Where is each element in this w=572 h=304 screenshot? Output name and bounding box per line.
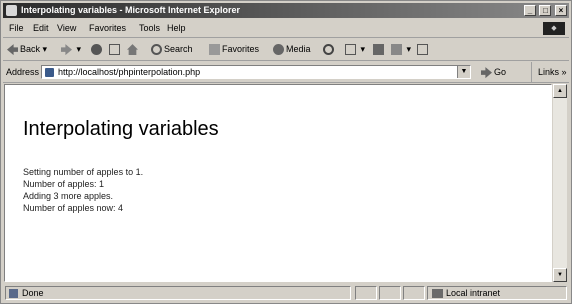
history-button[interactable] — [323, 39, 336, 60]
status-cell — [355, 286, 377, 300]
edit-button[interactable]: ▾ — [391, 39, 411, 60]
browser-window: Interpolating variables - Microsoft Inte… — [0, 0, 572, 304]
address-input[interactable]: http://localhost/phpinterpolation.php ▼ — [41, 65, 471, 79]
window-controls: _ □ × — [523, 5, 567, 16]
address-label: Address — [6, 67, 40, 77]
search-icon — [151, 44, 162, 56]
favorites-button[interactable]: Favorites — [209, 39, 259, 60]
go-arrow-icon — [481, 67, 492, 79]
media-button[interactable]: Media — [273, 39, 311, 60]
go-label: Go — [494, 67, 507, 77]
menu-file[interactable]: File — [9, 20, 24, 37]
links-button[interactable]: Links » — [531, 62, 567, 82]
scroll-up-icon[interactable]: ▲ — [553, 84, 567, 98]
media-label: Media — [286, 44, 311, 54]
ie-page-icon — [9, 289, 18, 298]
minimize-button[interactable]: _ — [523, 5, 536, 16]
window-title: Interpolating variables - Microsoft Inte… — [21, 5, 241, 15]
menu-help[interactable]: Help — [167, 20, 186, 37]
forward-arrow-icon — [61, 44, 72, 56]
status-cell — [379, 286, 401, 300]
print-button[interactable] — [373, 39, 386, 60]
output-line-3: Adding 3 more apples. — [23, 191, 114, 201]
page-content: Interpolating variables Setting number o… — [4, 84, 552, 282]
menu-tools[interactable]: Tools — [139, 20, 160, 37]
output-line-2: Number of apples: 1 — [23, 179, 105, 189]
menu-edit[interactable]: Edit — [33, 20, 49, 37]
title-bar: Interpolating variables - Microsoft Inte… — [3, 3, 569, 18]
go-button[interactable]: Go — [481, 62, 506, 82]
security-zone: Local intranet — [427, 286, 567, 300]
menu-view[interactable]: View — [57, 20, 76, 37]
status-text: Done — [22, 288, 44, 298]
favorites-icon — [209, 44, 220, 56]
maximize-button[interactable]: □ — [539, 5, 552, 16]
favorites-label: Favorites — [222, 44, 260, 54]
back-label: Back — [20, 44, 41, 54]
back-arrow-icon — [7, 44, 18, 56]
output-line-1: Setting number of apples to 1. — [23, 167, 144, 177]
zone-label: Local intranet — [446, 288, 501, 298]
standard-toolbar: Back ▾ ▾ Search Favorites Media ▾ ▾ — [3, 39, 569, 61]
mail-icon — [345, 44, 356, 56]
history-icon — [323, 44, 334, 56]
discuss-icon — [417, 44, 428, 56]
status-cell — [403, 286, 425, 300]
search-label: Search — [164, 44, 193, 54]
intranet-icon — [432, 289, 443, 298]
forward-button[interactable]: ▾ — [61, 39, 81, 60]
ie-icon — [6, 5, 17, 16]
edit-icon — [391, 44, 402, 56]
home-icon — [127, 44, 138, 56]
scroll-down-icon[interactable]: ▼ — [553, 268, 567, 282]
print-icon — [373, 44, 384, 56]
search-button[interactable]: Search — [151, 39, 193, 60]
status-text-panel: Done — [5, 286, 351, 300]
page-heading: Interpolating variables — [23, 118, 219, 140]
refresh-icon — [109, 44, 120, 56]
address-dropdown-icon[interactable]: ▼ — [457, 66, 470, 78]
output-line-4: Number of apples now: 4 — [23, 203, 124, 213]
home-button[interactable] — [127, 39, 140, 60]
address-url: http://localhost/phpinterpolation.php — [58, 67, 201, 77]
refresh-button[interactable] — [109, 39, 122, 60]
status-bar: Done Local intranet — [3, 285, 569, 301]
discuss-button[interactable] — [417, 39, 430, 60]
mail-button[interactable]: ▾ — [345, 39, 365, 60]
media-icon — [273, 44, 284, 56]
menu-favorites[interactable]: Favorites — [89, 20, 126, 37]
stop-icon — [91, 44, 102, 56]
stop-button[interactable] — [91, 39, 104, 60]
menu-bar: File Edit View Favorites Tools Help ◆ — [3, 20, 569, 38]
page-icon — [45, 68, 54, 77]
vertical-scrollbar[interactable]: ▲ ▼ — [553, 84, 567, 282]
back-button[interactable]: Back ▾ — [7, 39, 47, 60]
address-bar: Address http://localhost/phpinterpolatio… — [3, 62, 569, 83]
windows-logo-icon: ◆ — [543, 22, 565, 35]
close-button[interactable]: × — [555, 5, 567, 16]
